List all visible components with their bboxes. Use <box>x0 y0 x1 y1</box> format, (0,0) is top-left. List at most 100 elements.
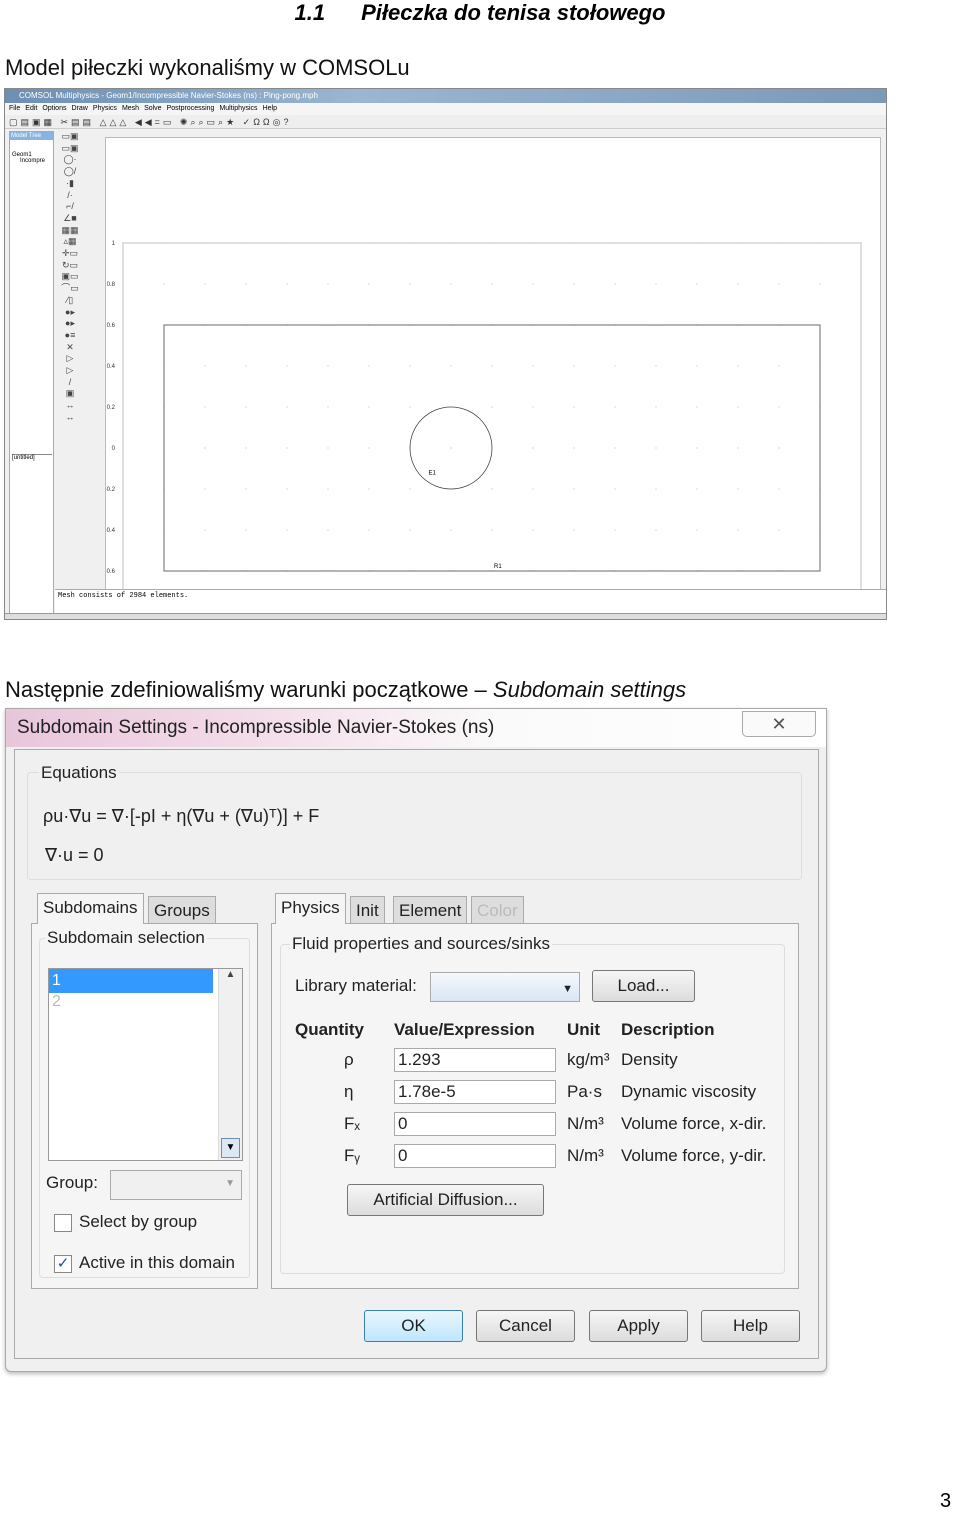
tab-subdomains[interactable]: Subdomains <box>37 893 144 924</box>
grid-dot <box>491 529 493 531</box>
y-tick-label: 1 <box>112 241 116 247</box>
menu-postprocessing[interactable]: Postprocessing <box>167 105 215 112</box>
close-button[interactable]: ✕ <box>742 711 816 737</box>
grid-dot <box>163 283 165 285</box>
tree-item-incompressible[interactable]: Incompre <box>10 158 53 164</box>
grid-dot <box>655 406 657 408</box>
grid-dot <box>491 488 493 490</box>
grid-dot <box>286 242 288 244</box>
equations-label: Equations <box>39 763 119 783</box>
grid-dot <box>286 406 288 408</box>
grid-dot <box>245 242 247 244</box>
grid-dot <box>368 488 370 490</box>
grid-dot <box>368 283 370 285</box>
menu-multiphysics[interactable]: Multiphysics <box>219 105 257 112</box>
menu-physics[interactable]: Physics <box>93 105 117 112</box>
grid-dot <box>532 406 534 408</box>
grid-dot <box>368 447 370 449</box>
tab-groups[interactable]: Groups <box>148 896 216 924</box>
menu-help[interactable]: Help <box>263 105 277 112</box>
grid-dot <box>778 283 780 285</box>
paragraph-text: Następnie zdefiniowaliśmy warunki począt… <box>5 677 493 702</box>
grid-dot <box>696 406 698 408</box>
ok-button[interactable]: OK <box>364 1310 463 1342</box>
grid-dot <box>819 283 821 285</box>
load-button[interactable]: Load... <box>592 970 695 1002</box>
cancel-button[interactable]: Cancel <box>476 1310 575 1342</box>
model-tree: Model Tree Geom1 Incompre [untitled] <box>9 131 54 619</box>
grid-dot <box>573 242 575 244</box>
momentum-equation: ρu·∇u = ∇·[-pI + η(∇u + (∇u)ᵀ)] + F <box>43 806 320 826</box>
page-number: 3 <box>940 1490 952 1512</box>
grid-dot <box>450 529 452 531</box>
tree-footer: [untitled] <box>12 454 52 461</box>
grid-dot <box>860 570 862 572</box>
active-domain-checkbox[interactable]: ✓ <box>54 1255 72 1273</box>
tab-element[interactable]: Element <box>393 896 468 924</box>
scroll-down-icon[interactable]: ▼ <box>221 1138 240 1158</box>
grid-dot <box>409 242 411 244</box>
rectangle-label: R1 <box>494 564 502 570</box>
grid-dot <box>327 447 329 449</box>
apply-button[interactable]: Apply <box>589 1310 688 1342</box>
value-input[interactable]: 1.78e-5 <box>394 1080 556 1104</box>
grid-dot <box>655 488 657 490</box>
y-tick-label: 0.2 <box>107 405 116 411</box>
grid-dot <box>860 365 862 367</box>
row-description: Volume force, x-dir. <box>621 1114 767 1133</box>
grid-dot <box>573 447 575 449</box>
grid-dot <box>409 488 411 490</box>
grid-dot <box>204 283 206 285</box>
menu-solve[interactable]: Solve <box>144 105 162 112</box>
subdomain-list[interactable]: 1 2 ▲ ▼ <box>48 968 243 1161</box>
grid-dot <box>491 242 493 244</box>
library-material-select[interactable]: ▼ <box>430 972 580 1002</box>
tab-physics[interactable]: Physics <box>275 893 346 924</box>
tab-color[interactable]: Color <box>471 896 524 924</box>
grid-dot <box>286 488 288 490</box>
help-button[interactable]: Help <box>701 1310 800 1342</box>
grid-dot <box>491 283 493 285</box>
grid-dot <box>163 242 165 244</box>
tab-init[interactable]: Init <box>350 896 385 924</box>
grid-dot <box>204 242 206 244</box>
continuity-equation: ∇·u = 0 <box>45 845 104 865</box>
grid-dot <box>409 406 411 408</box>
grid-dot <box>737 529 739 531</box>
select-by-group-checkbox[interactable] <box>54 1214 72 1232</box>
list-scrollbar[interactable]: ▲ ▼ <box>218 969 242 1160</box>
grid-dot <box>614 488 616 490</box>
subdomain-item-2[interactable]: 2 <box>49 993 242 1011</box>
menu-draw[interactable]: Draw <box>71 105 87 112</box>
grid-dot <box>286 283 288 285</box>
grid-dot <box>532 447 534 449</box>
value-input[interactable]: 1.293 <box>394 1048 556 1072</box>
value-input[interactable]: 0 <box>394 1112 556 1136</box>
value-input[interactable]: 0 <box>394 1144 556 1168</box>
geometry-plot[interactable]: -1.8-1.6-1.4-1.2-1-0.8-0.6-0.4-0.200.20.… <box>105 137 881 597</box>
chevron-down-icon: ▼ <box>562 983 573 995</box>
grid-dot <box>122 570 124 572</box>
grid-dot <box>860 242 862 244</box>
menu-mesh[interactable]: Mesh <box>122 105 139 112</box>
group-select[interactable]: ▼ <box>110 1170 242 1200</box>
grid-dot <box>655 242 657 244</box>
comsol-toolbar: ▢▤▣▦ ✂▤▤ △△△ ◀◀=▭ ✺⌕⌕▭⌕★ ✓ΩΩ◎? <box>5 115 886 129</box>
menu-options[interactable]: Options <box>42 105 66 112</box>
grid-dot <box>245 283 247 285</box>
grid-dot <box>860 488 862 490</box>
scroll-up-icon[interactable]: ▲ <box>219 969 242 980</box>
subdomain-selection-label: Subdomain selection <box>45 928 207 948</box>
artificial-diffusion-button[interactable]: Artificial Diffusion... <box>347 1184 544 1216</box>
paragraph-subdomain: Następnie zdefiniowaliśmy warunki począt… <box>5 677 686 703</box>
tree-item-geom1[interactable]: Geom1 <box>10 140 53 158</box>
grid-dot <box>573 365 575 367</box>
grid-dot <box>614 447 616 449</box>
menu-file[interactable]: File <box>9 105 20 112</box>
section-title: Piłeczka do tenisa stołowego <box>361 0 666 25</box>
y-tick-label: 0.6 <box>107 323 116 329</box>
header-description: Description <box>621 1020 715 1039</box>
menu-edit[interactable]: Edit <box>25 105 37 112</box>
subdomain-item-1[interactable]: 1 <box>49 969 213 993</box>
grid-dot <box>327 529 329 531</box>
